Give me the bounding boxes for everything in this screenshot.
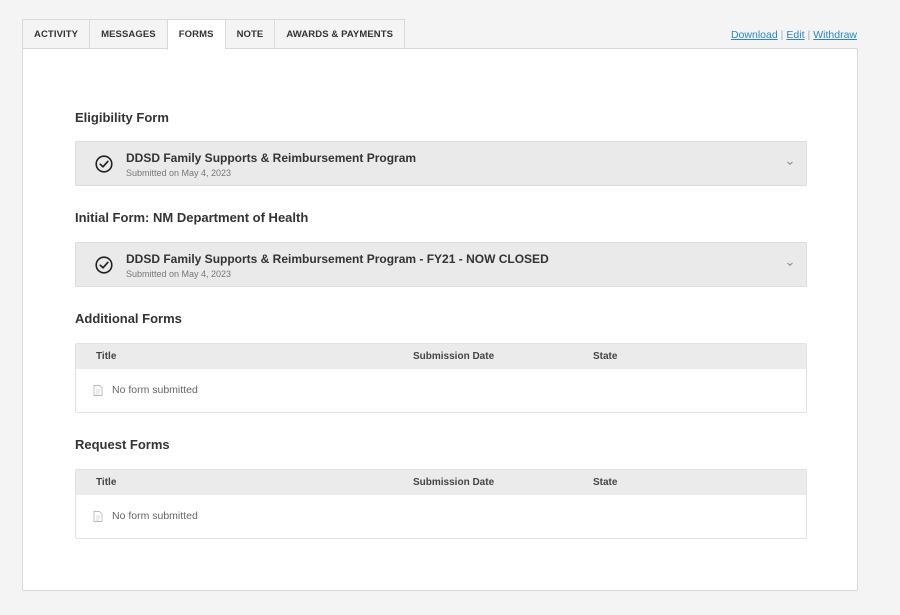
eligibility-form-title: Eligibility Form (75, 110, 169, 125)
column-title[interactable]: Title (96, 351, 116, 362)
column-submission-date[interactable]: Submission Date (413, 477, 494, 488)
request-forms-title: Request Forms (75, 437, 170, 452)
additional-forms-table: Title Submission Date State No form subm… (75, 343, 807, 413)
document-icon (93, 384, 103, 396)
empty-text: No form submitted (112, 384, 198, 396)
empty-state: No form submitted (93, 384, 198, 396)
chevron-down-icon[interactable] (784, 258, 796, 270)
document-icon (93, 510, 103, 522)
tab-note[interactable]: NOTE (224, 19, 275, 49)
table-body: No form submitted (76, 369, 806, 412)
initial-form-title: Initial Form: NM Department of Health (75, 210, 309, 225)
initial-form-card[interactable]: DDSD Family Supports & Reimbursement Pro… (75, 242, 807, 287)
empty-text: No form submitted (112, 510, 198, 522)
column-state[interactable]: State (593, 351, 617, 362)
additional-forms-title: Additional Forms (75, 311, 182, 326)
withdraw-link[interactable]: Withdraw (813, 29, 857, 41)
request-forms-table: Title Submission Date State No form subm… (75, 469, 807, 539)
tab-forms[interactable]: FORMS (166, 19, 225, 50)
eligibility-form-card[interactable]: DDSD Family Supports & Reimbursement Pro… (75, 141, 807, 186)
submitted-date: Submitted on May 4, 2023 (126, 269, 232, 279)
empty-state: No form submitted (93, 510, 198, 522)
separator: | (807, 29, 811, 41)
action-links: Download | Edit | Withdraw (731, 29, 857, 41)
separator: | (780, 29, 784, 41)
edit-link[interactable]: Edit (786, 29, 804, 41)
check-circle-icon (95, 256, 113, 274)
check-circle-icon (95, 155, 113, 173)
tab-bar: ACTIVITY MESSAGES FORMS NOTE AWARDS & PA… (22, 19, 406, 50)
form-name: DDSD Family Supports & Reimbursement Pro… (126, 151, 417, 165)
table-header: Title Submission Date State (76, 470, 806, 495)
chevron-down-icon[interactable] (784, 157, 796, 169)
tab-awards-payments[interactable]: AWARDS & PAYMENTS (274, 19, 406, 49)
column-title[interactable]: Title (96, 477, 116, 488)
tab-messages[interactable]: MESSAGES (89, 19, 167, 49)
form-name: DDSD Family Supports & Reimbursement Pro… (126, 252, 549, 266)
table-header: Title Submission Date State (76, 344, 806, 369)
tab-activity[interactable]: ACTIVITY (22, 19, 90, 49)
download-link[interactable]: Download (731, 29, 778, 41)
submitted-date: Submitted on May 4, 2023 (126, 168, 232, 178)
column-submission-date[interactable]: Submission Date (413, 351, 494, 362)
forms-panel: Eligibility Form DDSD Family Supports & … (22, 48, 858, 591)
column-state[interactable]: State (593, 477, 617, 488)
table-body: No form submitted (76, 495, 806, 538)
